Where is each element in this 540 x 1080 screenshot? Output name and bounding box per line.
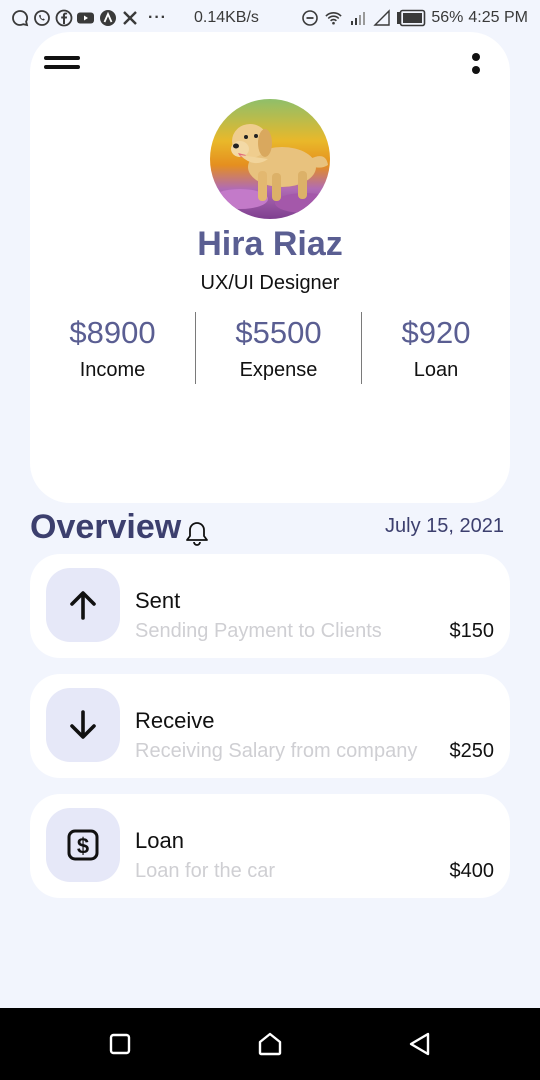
profile-role: UX/UI Designer bbox=[200, 272, 340, 294]
facebook-icon bbox=[54, 9, 73, 28]
transaction-amount: $150 bbox=[449, 620, 495, 642]
dollar-icon: $ bbox=[67, 829, 99, 861]
stat-label: Loan bbox=[413, 359, 459, 381]
transaction-icon-box bbox=[46, 688, 120, 762]
stat-label: Income bbox=[79, 359, 146, 381]
notification-icons: ··· 0.14KB/s bbox=[10, 9, 259, 28]
transaction-icon-box bbox=[46, 568, 120, 642]
stat-value: $5500 bbox=[235, 315, 322, 350]
clock: 4:25 PM bbox=[468, 9, 528, 26]
x-icon bbox=[120, 9, 139, 28]
more-options-button[interactable] bbox=[466, 52, 486, 78]
system-icons: 56% 4:25 PM bbox=[300, 9, 528, 28]
transaction-title: Sent bbox=[135, 588, 181, 613]
transaction-amount: $400 bbox=[449, 860, 495, 882]
transaction-receive[interactable]: Receive Receiving Salary from company $2… bbox=[30, 674, 510, 778]
system-nav-bar bbox=[0, 1008, 540, 1080]
arrow-down-icon bbox=[70, 710, 96, 739]
battery-icon bbox=[396, 9, 426, 28]
battery-percent: 56% bbox=[431, 9, 464, 26]
status-bar: ··· 0.14KB/s 56% 4:25 PM bbox=[0, 0, 540, 36]
home-button[interactable] bbox=[256, 1030, 284, 1058]
signal-empty-icon bbox=[372, 9, 391, 28]
youtube-icon bbox=[76, 9, 95, 28]
transaction-amount: $250 bbox=[449, 740, 495, 762]
stats-row: $8900 Income $5500 Expense $920 Loan bbox=[30, 310, 510, 385]
transaction-title: Loan bbox=[135, 828, 184, 853]
stat-expense: $5500 Expense bbox=[196, 310, 361, 385]
home-icon bbox=[258, 1032, 282, 1056]
overview-date: July 15, 2021 bbox=[385, 515, 504, 537]
profile-card: Hira Riaz UX/UI Designer $8900 Income $5… bbox=[30, 32, 510, 503]
dog-photo-icon bbox=[210, 99, 330, 219]
more-icon bbox=[472, 53, 480, 61]
overview-title: Overview bbox=[30, 508, 182, 546]
menu-button[interactable] bbox=[44, 54, 82, 74]
more-icon-dot bbox=[472, 66, 480, 74]
stat-value: $920 bbox=[401, 315, 471, 350]
dnd-icon bbox=[300, 9, 319, 28]
stat-label: Expense bbox=[239, 359, 318, 381]
arrow-up-icon bbox=[70, 591, 96, 620]
bell-icon[interactable] bbox=[184, 520, 210, 548]
transaction-title: Receive bbox=[135, 708, 215, 733]
signal-icon bbox=[348, 9, 367, 28]
square-icon bbox=[109, 1033, 131, 1055]
more-notifications: ··· bbox=[148, 9, 167, 26]
transaction-subtitle: Loan for the car bbox=[135, 860, 276, 882]
transaction-subtitle: Sending Payment to Clients bbox=[135, 620, 382, 642]
menu-icon-bar bbox=[44, 65, 80, 69]
menu-icon bbox=[44, 56, 80, 60]
transaction-loan[interactable]: $ Loan Loan for the car $400 bbox=[30, 794, 510, 898]
app-a-icon bbox=[98, 9, 117, 28]
stat-loan: $920 Loan bbox=[362, 310, 510, 385]
svg-text:$: $ bbox=[77, 834, 89, 859]
transaction-icon-box: $ bbox=[46, 808, 120, 882]
transaction-subtitle: Receiving Salary from company bbox=[135, 740, 418, 762]
whatsapp-icon bbox=[32, 9, 51, 28]
profile-name: Hira Riaz bbox=[197, 225, 343, 263]
network-speed: 0.14KB/s bbox=[193, 9, 259, 26]
chat-bubble-icon bbox=[10, 9, 29, 28]
back-button[interactable] bbox=[406, 1030, 434, 1058]
transaction-sent[interactable]: Sent Sending Payment to Clients $150 bbox=[30, 554, 510, 658]
stat-value: $8900 bbox=[69, 315, 156, 350]
recents-button[interactable] bbox=[106, 1030, 134, 1058]
wifi-icon bbox=[324, 9, 343, 28]
stat-income: $8900 Income bbox=[30, 310, 195, 385]
back-triangle-icon bbox=[409, 1032, 430, 1056]
avatar[interactable] bbox=[210, 99, 330, 219]
